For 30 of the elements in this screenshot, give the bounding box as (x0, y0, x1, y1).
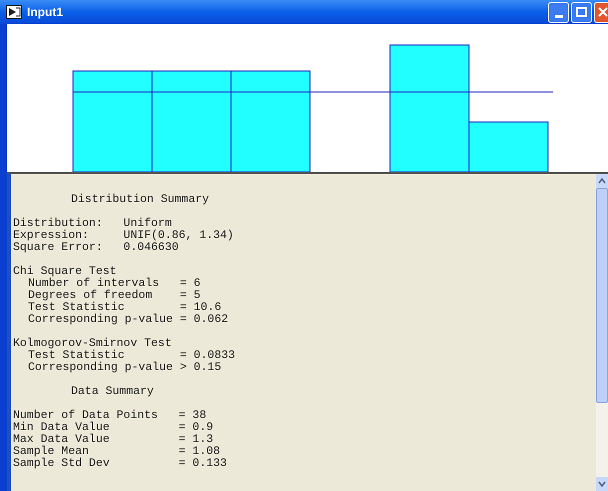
report-line: Min Data Value = 0.9 (13, 422, 214, 434)
report-line: Kolmogorov-Smirnov Test (13, 338, 172, 350)
minimize-icon (554, 14, 562, 18)
report-line: Max Data Value = 1.3 (13, 434, 214, 446)
report-line: Test Statistic = 10.6 (28, 302, 222, 314)
scrollbar[interactable] (596, 174, 608, 491)
report-line: Distribution: Uniform (13, 218, 172, 230)
close-button[interactable] (594, 2, 608, 22)
report-line: Test Statistic = 0.0833 (28, 350, 236, 362)
report-line: Sample Mean = 1.08 (13, 446, 220, 458)
minimize-button[interactable] (548, 2, 569, 22)
app-icon (6, 5, 22, 19)
report-line: Data Summary (71, 386, 154, 398)
report-line: Number of intervals = 6 (28, 278, 201, 290)
report-line: Square Error: 0.046630 (13, 242, 179, 254)
report-line: Distribution Summary (71, 194, 210, 206)
scroll-down-icon[interactable] (596, 477, 608, 491)
close-icon (598, 7, 608, 17)
report-line: Corresponding p-value = 0.062 (28, 314, 228, 326)
maximize-icon (576, 7, 587, 17)
report-line: Degrees of freedom = 5 (28, 290, 201, 302)
report-line: Number of Data Points = 38 (13, 410, 206, 422)
report-line: Sample Std Dev = 0.133 (13, 458, 227, 470)
scroll-up-icon[interactable] (596, 174, 608, 188)
maximize-button[interactable] (571, 2, 592, 22)
report-line: Corresponding p-value > 0.15 (28, 362, 222, 374)
window-title: Input1 (27, 4, 63, 21)
scrollbar-thumb[interactable] (596, 188, 608, 403)
report-line: Chi Square Test (13, 266, 117, 278)
report-line: Expression: UNIF(0.86, 1.34) (13, 230, 234, 242)
